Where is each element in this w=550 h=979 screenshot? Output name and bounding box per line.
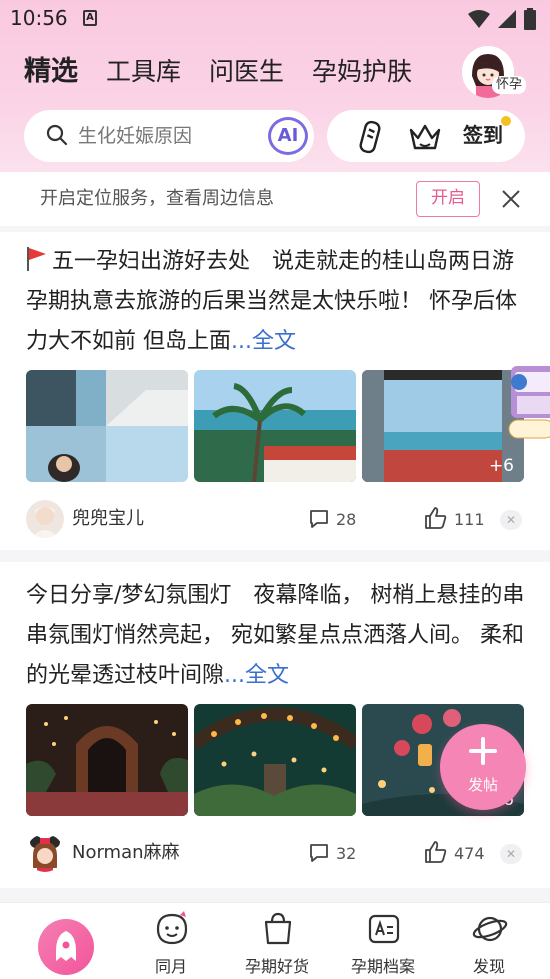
feed-post[interactable]: 今日分享/梦幻氛围灯 夜幕降临， 树梢上悬挂的串串氛围灯悄然亮起， 宛如繁星点点… [0, 562, 550, 888]
promo-ad-peek[interactable] [505, 362, 550, 442]
wifi-icon [468, 10, 490, 28]
enable-location-button[interactable]: 开启 [416, 181, 480, 217]
nav-label: 同月 [154, 957, 187, 976]
photo-grid: +6 [26, 370, 524, 482]
nav-label: 发现 [472, 957, 505, 976]
tab-featured[interactable]: 精选 [24, 52, 78, 92]
checkin-badge [501, 116, 511, 126]
post-photo[interactable]: +6 [362, 370, 524, 482]
battery-icon [524, 8, 536, 30]
nav-same-month[interactable]: 同月 [116, 903, 226, 979]
search-placeholder: 生化妊娠原因 [78, 125, 193, 147]
new-post-label: 发帖 [467, 776, 498, 794]
author-name[interactable]: Norman麻麻 [72, 840, 180, 866]
nav-discover[interactable]: 发现 [434, 903, 544, 979]
tools-bar: 签到 [327, 110, 525, 162]
dismiss-post-button[interactable]: ✕ [500, 844, 522, 864]
thumbs-up-icon[interactable] [424, 840, 448, 864]
checkin-button[interactable]: 签到 [463, 120, 503, 150]
new-post-button[interactable]: 发帖 [440, 724, 526, 810]
baby-face-icon [156, 911, 188, 945]
more-photos-count: +6 [488, 456, 514, 476]
tab-tools[interactable]: 工具库 [106, 52, 181, 92]
nav-label: 孕期档案 [350, 957, 415, 976]
tab-ask-doctor[interactable]: 问医生 [209, 52, 284, 92]
stage-label: 怀孕 [492, 76, 527, 94]
comment-count: 32 [336, 844, 357, 863]
shopping-bag-icon [264, 912, 292, 945]
status-time: 10:56 [10, 6, 68, 30]
signal-icon [498, 10, 516, 28]
post-photo[interactable] [194, 370, 356, 482]
planet-icon [472, 916, 508, 942]
crown-icon[interactable] [407, 120, 443, 152]
app-notification-icon: A [83, 10, 97, 26]
read-more-link[interactable]: ...全文 [231, 329, 296, 354]
profile-card-icon [368, 914, 400, 944]
search-input[interactable]: 生化妊娠原因 AI [24, 110, 314, 162]
read-more-link[interactable]: ...全文 [224, 663, 289, 688]
dismiss-post-button[interactable]: ✕ [500, 510, 522, 530]
search-icon [46, 124, 68, 146]
home-logo-icon [38, 919, 94, 975]
like-count: 474 [454, 844, 485, 863]
status-icons [468, 8, 536, 30]
nav-home[interactable] [0, 903, 110, 979]
nav-goods[interactable]: 孕期好货 [222, 903, 332, 979]
plus-icon [469, 737, 497, 765]
fetal-monitor-icon[interactable] [355, 120, 385, 154]
comment-icon[interactable] [308, 508, 330, 530]
bottom-nav: 同月 孕期好货 孕期档案 发现 [0, 902, 550, 979]
feed-post[interactable]: 五一孕妇出游好去处 说走就走的桂山岛两日游 孕期执意去旅游的后果当然是太快乐啦！… [0, 232, 550, 550]
status-bar: 10:56 A [0, 0, 550, 38]
tab-skincare[interactable]: 孕妈护肤 [312, 52, 412, 92]
nav-records[interactable]: 孕期档案 [328, 903, 438, 979]
location-message: 开启定位服务，查看周边信息 [40, 188, 274, 209]
author-avatar[interactable] [26, 500, 64, 538]
author-avatar[interactable] [26, 834, 64, 872]
comment-icon[interactable] [308, 842, 330, 864]
location-banner: 开启定位服务，查看周边信息 开启 [0, 172, 550, 226]
post-meta: Norman麻麻 32 474 ✕ [26, 834, 526, 874]
post-meta: 兜兜宝儿 28 111 ✕ [26, 500, 526, 540]
ai-assistant-button[interactable]: AI [268, 117, 308, 155]
post-text[interactable]: 今日分享/梦幻氛围灯 夜幕降临， 树梢上悬挂的串串氛围灯悄然亮起， 宛如繁星点点… [26, 576, 526, 696]
like-count: 111 [454, 510, 485, 529]
close-icon[interactable] [498, 186, 524, 212]
post-photo[interactable] [194, 704, 356, 816]
post-photo[interactable] [26, 704, 188, 816]
thumbs-up-icon[interactable] [424, 506, 448, 530]
nav-label: 孕期好货 [244, 957, 309, 976]
post-text[interactable]: 五一孕妇出游好去处 说走就走的桂山岛两日游 孕期执意去旅游的后果当然是太快乐啦！… [26, 242, 526, 362]
top-tabs: 精选 工具库 问医生 孕妈护肤 [24, 52, 440, 92]
comment-count: 28 [336, 510, 357, 529]
post-photo[interactable] [26, 370, 188, 482]
flag-icon [27, 247, 46, 271]
author-name[interactable]: 兜兜宝儿 [72, 506, 144, 532]
